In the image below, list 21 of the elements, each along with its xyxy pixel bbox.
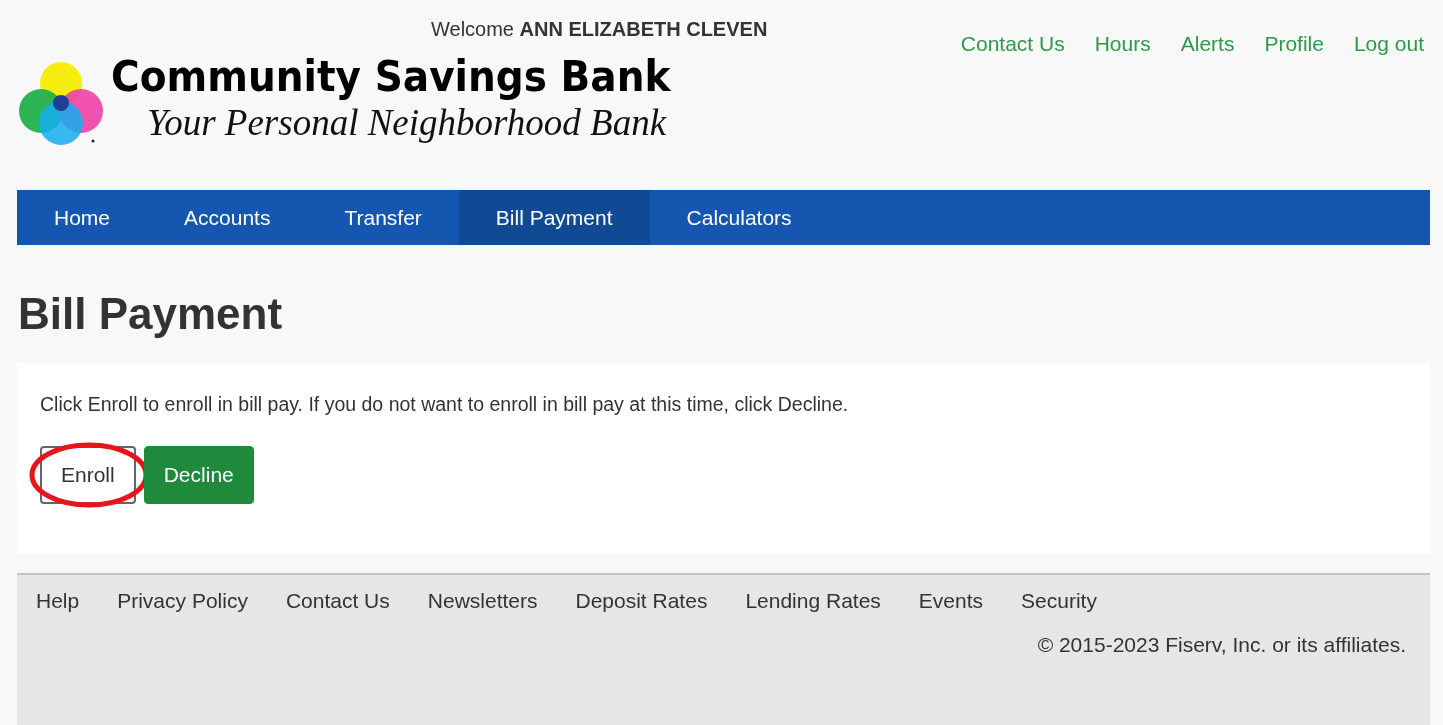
bank-name: Community Savings Bank [111,53,671,101]
nav-tab[interactable]: Transfer [307,190,459,245]
tagline: Your Personal Neighborhood Bank [147,101,668,145]
footer-link[interactable]: Events [918,589,984,613]
footer-link[interactable]: Deposit Rates [575,589,708,613]
footer-link[interactable]: Privacy Policy [117,589,248,613]
copyright-text: © 2015-2023 Fiserv, Inc. or its affiliates. [1036,633,1406,657]
footer-link[interactable]: Contact Us [285,589,390,613]
footer-link[interactable]: Lending Rates [745,589,881,613]
footer-link[interactable]: Newsletters [427,589,538,613]
nav-tab[interactable]: Calculators [649,190,829,245]
logo-icon [17,59,105,147]
nav-tab[interactable]: Bill Payment [458,190,650,245]
enroll-message: Click Enroll to enroll in bill pay. If you do not want to enroll in bill pay at this time, click Decline. [40,393,850,416]
page-title: Bill Payment [18,289,284,339]
nav-tab[interactable]: Accounts [147,190,308,245]
footer-link[interactable]: Help [36,589,80,613]
footer-link[interactable]: Security [1021,589,1097,613]
nav-tab[interactable]: Home [17,190,148,245]
welcome-text: Welcome ANN ELIZABETH CLEVEN [431,18,769,41]
decline-button[interactable]: Decline [143,446,254,504]
